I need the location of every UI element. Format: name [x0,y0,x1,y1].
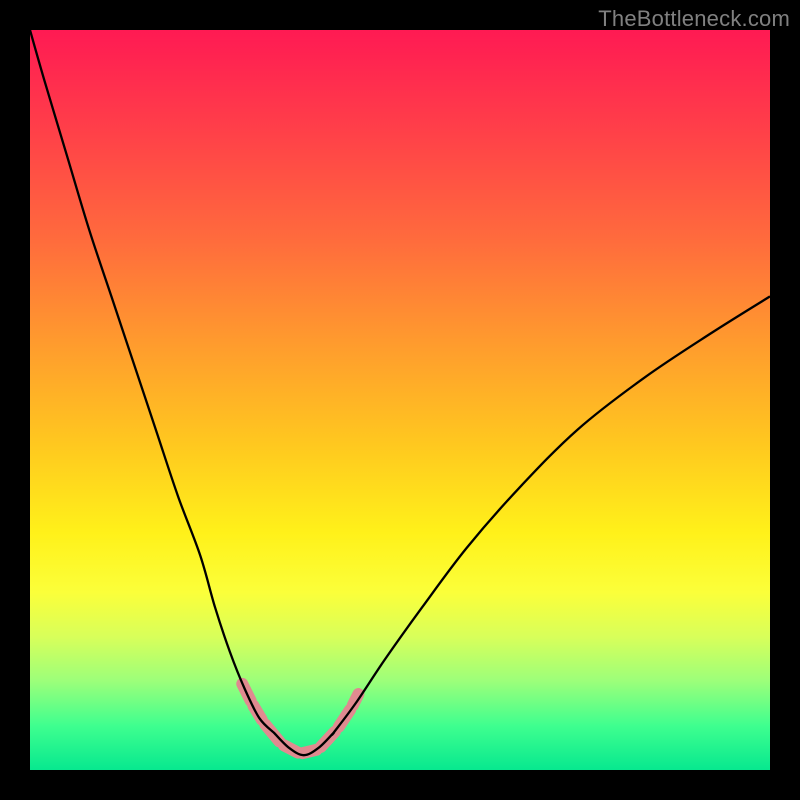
plot-area [30,30,770,770]
outer-frame: TheBottleneck.com [0,0,800,800]
chart-svg [30,30,770,770]
bottleneck-curve [30,30,770,755]
watermark-text: TheBottleneck.com [598,6,790,32]
